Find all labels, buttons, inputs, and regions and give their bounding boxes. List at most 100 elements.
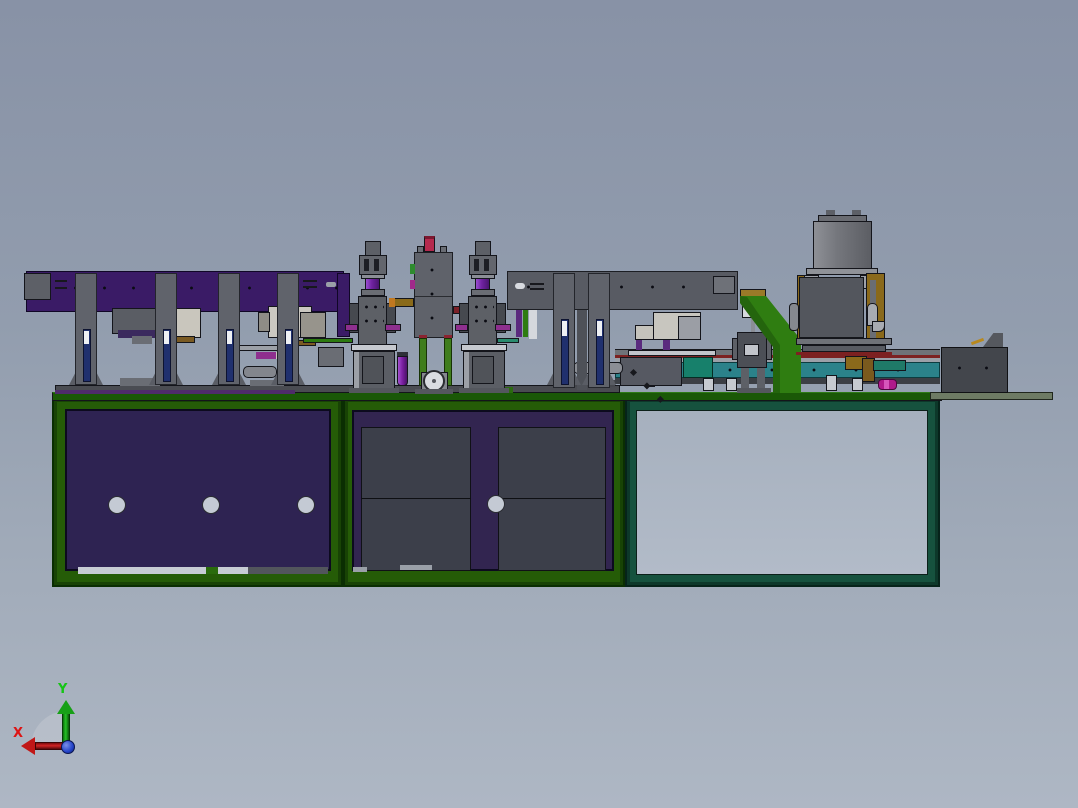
beam-pill [326, 282, 336, 287]
feeder-green-tab [410, 264, 415, 274]
mech-teal-bar [497, 338, 519, 343]
support-column [277, 273, 299, 385]
press-stand-panel [472, 356, 494, 384]
press-stand-panel [362, 356, 384, 384]
support-column [155, 273, 177, 385]
door-bottom-strip [353, 567, 367, 572]
chute-cap-gold [740, 289, 766, 297]
cabinet-knob[interactable] [108, 496, 126, 514]
pipe-left [789, 303, 799, 331]
left-panel-bottom-strip2 [218, 567, 248, 574]
press-magenta-bar [495, 324, 511, 331]
press-magenta-bar [385, 324, 401, 331]
tool-carriage-step [678, 316, 701, 340]
cabinet-door-left[interactable] [361, 427, 471, 571]
mech-green-bar [303, 338, 353, 343]
press-collar2 [471, 289, 495, 296]
outfeed-bolts [946, 351, 1003, 389]
feeder-brown-arm [394, 298, 414, 307]
beam-dash [530, 283, 544, 285]
mech-step [132, 336, 152, 344]
door-split-line [361, 498, 471, 499]
press-table-top [461, 344, 507, 351]
conveyor-stand [826, 375, 837, 391]
cabinet-knob[interactable] [487, 495, 505, 513]
beam-glyph [515, 283, 525, 289]
conveyor-left-box [620, 357, 682, 386]
left-panel-bottom-strip-green [206, 567, 218, 574]
door-split-line [498, 498, 606, 499]
support-column [75, 273, 97, 385]
carriage-foot-purple [636, 340, 642, 350]
press-top-block [365, 241, 381, 256]
cad-viewport[interactable]: Y X [0, 0, 1078, 808]
beam-end-square [713, 276, 735, 294]
press-stand-rail [354, 352, 359, 390]
y-axis-arrowhead[interactable] [57, 700, 75, 714]
press-base [459, 388, 509, 393]
press-head-slot [484, 259, 489, 271]
fixture-leg [757, 368, 765, 390]
beam-dash [530, 288, 544, 290]
outfeed-bracket [983, 333, 1003, 347]
mech-magenta-bar [256, 352, 276, 359]
mech-step2 [300, 312, 326, 338]
pipe-elbow [872, 321, 885, 332]
press-collar2 [361, 289, 385, 296]
beam-dash [55, 287, 67, 289]
x-axis-label: X [13, 726, 24, 741]
beam-dash [55, 280, 67, 282]
press-head-slot [374, 259, 379, 271]
feeder-magenta-tab [410, 280, 415, 289]
support-column [588, 273, 610, 388]
outfeed-gold-pin [970, 337, 985, 346]
motor-cylinder [813, 221, 872, 270]
left-panel-bottom-strip [78, 567, 206, 574]
teal-bars [873, 360, 906, 371]
press-stand-rail [464, 352, 469, 390]
carriage-platform [628, 350, 716, 356]
mech-side-block [258, 312, 270, 332]
tabletop-shelf-right [930, 392, 1053, 400]
cabinet-knob[interactable] [297, 496, 315, 514]
fixture-window [744, 344, 759, 356]
press-stack-plate [796, 338, 892, 345]
beam-dash [303, 280, 317, 282]
press-head-slot [474, 259, 479, 271]
support-column [553, 273, 575, 388]
press-body-bolts [362, 300, 384, 330]
press-box [799, 277, 864, 338]
beam-end-block [24, 273, 51, 300]
cabinet-door-right[interactable] [498, 427, 606, 571]
press-body-bolts [472, 300, 494, 330]
cabinet-knob[interactable] [202, 496, 220, 514]
origin-ball[interactable] [61, 740, 75, 754]
support-column [218, 273, 240, 385]
left-cabinet-panel [65, 409, 331, 571]
fixture-base [737, 388, 771, 393]
feeder-bolts [419, 258, 449, 328]
press-red-line [796, 352, 892, 355]
conveyor-teal-box [683, 357, 713, 378]
press-magenta-bar [455, 324, 468, 331]
wheel-hub [432, 379, 436, 383]
open-frame-interior [636, 410, 928, 575]
mech-cylinder [243, 366, 277, 378]
press-magenta-bar [345, 324, 358, 331]
press-stack-plate2 [802, 345, 886, 352]
magenta-cylinder-band [884, 380, 889, 389]
press-head-slot [364, 259, 369, 271]
conveyor-stand [726, 378, 737, 391]
press-base [349, 388, 399, 393]
beam-bolts [513, 275, 732, 306]
mid-column [577, 310, 587, 390]
door-bottom-strip [400, 565, 432, 570]
press-top-block [475, 241, 491, 256]
feeder-base [415, 389, 453, 394]
mech-bolt-block [318, 347, 344, 367]
left-panel-bottom-strip-dark [248, 567, 328, 574]
beam-dash [303, 286, 317, 288]
conveyor-stand [703, 378, 714, 391]
feeder-red-cap [424, 236, 435, 252]
x-axis-arrowhead[interactable] [21, 737, 35, 755]
